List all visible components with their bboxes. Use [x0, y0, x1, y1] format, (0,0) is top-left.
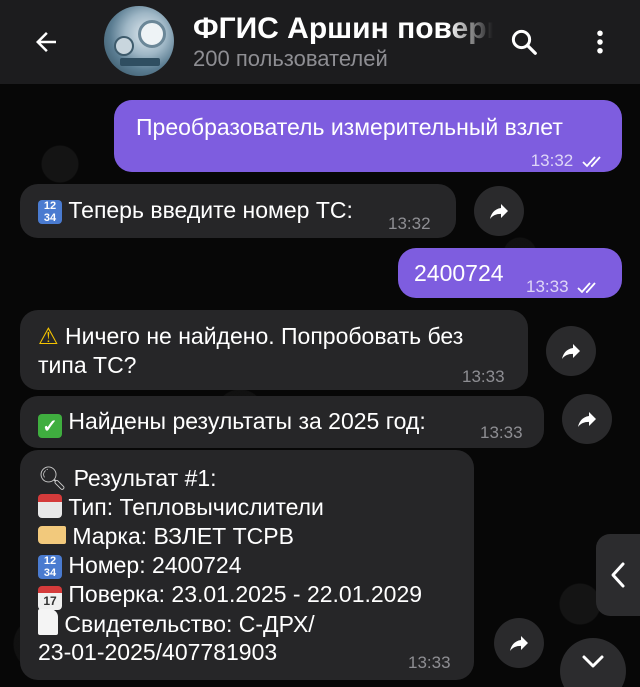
- forward-button[interactable]: [546, 326, 596, 376]
- double-check-icon: [577, 281, 596, 293]
- share-icon: [510, 636, 528, 651]
- message-time: 13:33: [526, 277, 569, 296]
- message-time: 13:33: [480, 423, 523, 442]
- result-line: 17 Поверка: 23.01.2025 - 22.01.2029: [38, 580, 422, 610]
- chat-header: ФГИС Аршин поверка 200 пользователей: [0, 0, 640, 84]
- double-check-icon: [582, 155, 601, 167]
- message-time: 13:33: [408, 653, 451, 672]
- result-line: 12 34 Номер: 2400724: [38, 551, 242, 580]
- message-text-line2: типа ТС?: [38, 352, 137, 378]
- input-numbers-icon: 12 34: [38, 555, 62, 579]
- message-body: 12 34 Теперь введите номер ТС:: [38, 196, 353, 225]
- forward-button[interactable]: [474, 186, 524, 236]
- message-time: 13:32: [388, 214, 431, 233]
- message-incoming[interactable]: ⚠ Ничего не найдено. Попробовать без тип…: [20, 310, 528, 390]
- result-line: 23-01-2025/407781903: [38, 639, 278, 665]
- chevron-left-icon: [611, 562, 625, 588]
- share-icon: [490, 204, 508, 219]
- member-count: 200 пользователей: [193, 46, 388, 71]
- side-panel-toggle[interactable]: [596, 534, 640, 616]
- forward-button[interactable]: [562, 394, 612, 444]
- message-body: ✓ Найдены результаты за 2025 год:: [38, 407, 426, 438]
- more-menu-button[interactable]: [578, 20, 622, 64]
- result-line: Марка: ВЗЛЕТ ТСРВ: [38, 522, 294, 551]
- chevron-down-icon: [582, 655, 604, 668]
- input-numbers-icon: 12 34: [38, 200, 62, 224]
- name-badge-icon: [38, 494, 62, 518]
- message-outgoing[interactable]: 2400724 13:33: [398, 248, 622, 298]
- more-vert-icon: [597, 30, 603, 54]
- check-mark-icon: ✓: [38, 414, 62, 438]
- message-status: 13:33: [526, 272, 603, 301]
- message-incoming[interactable]: 12 34 Теперь введите номер ТС: 13:32: [20, 184, 456, 238]
- message-text: Преобразователь измерительный взлет: [136, 114, 563, 140]
- share-icon: [578, 412, 596, 427]
- result-line: Свидетельство: С-ДРХ/: [38, 609, 315, 639]
- message-text: Ничего не найдено. Попробовать без: [65, 323, 464, 349]
- message-status: 13:32: [531, 146, 608, 175]
- result-line: 🔍︎ Результат #1:: [38, 465, 217, 491]
- group-avatar[interactable]: [104, 6, 174, 76]
- message-text: Найдены результаты за 2025 год:: [68, 408, 426, 434]
- calendar-icon: 17: [38, 586, 62, 610]
- message-line: ⚠ Ничего не найдено. Попробовать без: [38, 322, 463, 351]
- label-tag-icon: [38, 526, 66, 544]
- message-text: 2400724: [414, 260, 504, 286]
- magnifier-icon: 🔍︎: [38, 465, 68, 491]
- message-incoming-result[interactable]: 🔍︎ Результат #1: Тип: Тепловычислители М…: [20, 450, 474, 680]
- document-icon: [38, 609, 58, 635]
- warning-icon: ⚠: [38, 323, 59, 349]
- message-text: Теперь введите номер ТС:: [68, 197, 353, 223]
- arrow-left-icon: [36, 32, 56, 52]
- result-line: Тип: Тепловычислители: [38, 493, 324, 522]
- message-outgoing[interactable]: Преобразователь измерительный взлет 13:3…: [114, 100, 622, 172]
- forward-button[interactable]: [494, 618, 544, 668]
- search-button[interactable]: [502, 20, 546, 64]
- back-button[interactable]: [24, 20, 68, 64]
- search-icon: [511, 29, 537, 55]
- message-incoming[interactable]: ✓ Найдены результаты за 2025 год: 13:33: [20, 396, 544, 448]
- chat-title[interactable]: ФГИС Аршин поверка: [193, 12, 493, 46]
- message-time: 13:32: [530, 151, 574, 170]
- share-icon: [562, 344, 580, 359]
- message-time: 13:33: [462, 367, 505, 386]
